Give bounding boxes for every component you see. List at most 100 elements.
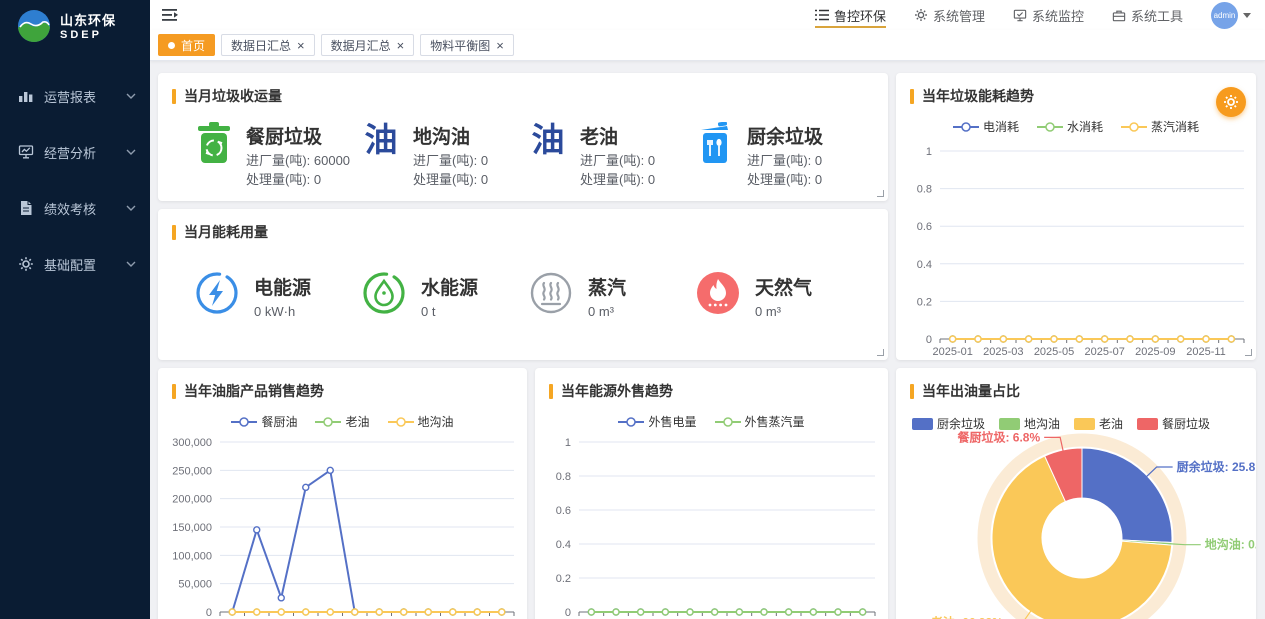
card-title: 当月垃圾收运量 bbox=[158, 73, 888, 106]
svg-text:0.6: 0.6 bbox=[917, 221, 932, 233]
tab-close-icon[interactable]: × bbox=[397, 39, 405, 52]
legend-marker-icon bbox=[1121, 122, 1147, 132]
gear-icon bbox=[18, 256, 34, 272]
sidebar-item-label: 基础配置 bbox=[44, 255, 96, 274]
legend-swatch-icon bbox=[999, 418, 1020, 430]
legend-item[interactable]: 厨余垃圾 bbox=[912, 415, 985, 432]
sidebar-item-basic-config[interactable]: 基础配置 bbox=[0, 236, 150, 292]
item-value: 0 t bbox=[421, 304, 478, 319]
energy-trend-line-chart: 00.20.40.60.812025-012025-032025-052025-… bbox=[900, 137, 1250, 360]
chart-legend: 电消耗 水消耗 蒸汽消耗 bbox=[896, 118, 1256, 135]
item-value: 0 kW·h bbox=[254, 304, 311, 319]
title-accent-bar bbox=[172, 225, 176, 240]
gas-flame-icon bbox=[695, 270, 741, 321]
nav-item-lukong[interactable]: 鲁控环保 bbox=[815, 0, 886, 30]
item-inbound: 进厂量(吨): 0 bbox=[747, 152, 823, 171]
card-energy-trend-chart: 当年垃圾能耗趋势 电消耗水消耗蒸汽消耗 00.20.40.60.812025-0… bbox=[896, 73, 1256, 360]
legend-marker-icon bbox=[953, 122, 979, 132]
monitor-icon bbox=[1013, 9, 1027, 22]
sidebar-item-operation-report[interactable]: 运营报表 bbox=[0, 68, 150, 124]
item-name: 餐厨垃圾 bbox=[246, 122, 350, 149]
tab-home[interactable]: 首页 bbox=[158, 34, 215, 56]
legend-item[interactable]: 地沟油 bbox=[999, 415, 1060, 432]
logo-subtitle: SDEP bbox=[60, 29, 116, 42]
nav-item-system-tools[interactable]: 系统工具 bbox=[1112, 0, 1183, 30]
user-menu[interactable]: admin bbox=[1211, 2, 1251, 29]
title-accent-bar bbox=[910, 89, 914, 104]
legend-label: 外售蒸汽量 bbox=[745, 413, 805, 430]
legend-item[interactable]: 地沟油 bbox=[388, 413, 454, 430]
avatar[interactable]: admin bbox=[1211, 2, 1238, 29]
legend-item[interactable]: 老油 bbox=[315, 413, 369, 430]
svg-text:0.8: 0.8 bbox=[556, 471, 571, 483]
item-processed: 处理量(吨): 0 bbox=[747, 171, 823, 190]
legend-label: 厨余垃圾 bbox=[937, 415, 985, 432]
energy-item: 水能源 0 t bbox=[361, 270, 528, 321]
oil-char-icon: 油 bbox=[528, 122, 568, 158]
nav-item-system-monitor[interactable]: 系统监控 bbox=[1013, 0, 1084, 30]
monitor-chart-icon bbox=[18, 144, 34, 160]
item-inbound: 进厂量(吨): 0 bbox=[413, 152, 488, 171]
svg-text:0.6: 0.6 bbox=[556, 505, 571, 517]
svg-text:2025-07: 2025-07 bbox=[1084, 346, 1124, 358]
title-accent-bar bbox=[549, 384, 553, 399]
svg-text:老油: 66.93%: 老油: 66.93% bbox=[931, 614, 1003, 619]
legend-item[interactable]: 电消耗 bbox=[953, 118, 1019, 135]
chevron-down-icon bbox=[126, 261, 136, 267]
tab-material-balance[interactable]: 物料平衡图 × bbox=[420, 34, 514, 56]
electricity-icon bbox=[194, 270, 240, 321]
legend-item[interactable]: 老油 bbox=[1074, 415, 1123, 432]
item-inbound: 进厂量(吨): 0 bbox=[580, 152, 655, 171]
sidebar: 山东环保 SDEP 运营报表 经营分析 绩效考核 基础配置 bbox=[0, 0, 150, 619]
sidebar-item-label: 经营分析 bbox=[44, 143, 96, 162]
tab-close-icon[interactable]: × bbox=[496, 39, 504, 52]
legend-label: 老油 bbox=[345, 413, 369, 430]
oil-sales-line-chart: 050,000100,000150,000200,000250,000300,0… bbox=[162, 432, 522, 619]
legend-label: 地沟油 bbox=[418, 413, 454, 430]
svg-text:50,000: 50,000 bbox=[178, 579, 212, 591]
item-name: 蒸汽 bbox=[588, 273, 626, 300]
legend-item[interactable]: 外售电量 bbox=[618, 413, 696, 430]
card-oil-sales-chart: 当年油脂产品销售趋势 餐厨油老油地沟油 050,000100,000150,00… bbox=[158, 368, 527, 619]
nav-item-label: 系统监控 bbox=[1032, 6, 1084, 25]
sidebar-item-business-analysis[interactable]: 经营分析 bbox=[0, 124, 150, 180]
chart-legend: 厨余垃圾 地沟油老油餐厨垃圾 bbox=[896, 401, 1256, 432]
nav-item-label: 系统工具 bbox=[1131, 6, 1183, 25]
tab-monthly-summary[interactable]: 数据月汇总 × bbox=[321, 34, 415, 56]
legend-marker-icon bbox=[1037, 122, 1063, 132]
active-dot-icon bbox=[168, 42, 175, 49]
svg-text:2025-11: 2025-11 bbox=[1186, 346, 1226, 358]
legend-marker-icon bbox=[315, 417, 341, 427]
toolbox-icon bbox=[1112, 9, 1126, 22]
sidebar-item-performance-assessment[interactable]: 绩效考核 bbox=[0, 180, 150, 236]
sidebar-menu: 运营报表 经营分析 绩效考核 基础配置 bbox=[0, 56, 150, 292]
svg-text:2025-09: 2025-09 bbox=[1135, 346, 1175, 358]
tab-bar: 首页 数据日汇总 × 数据月汇总 × 物料平衡图 × bbox=[150, 30, 1265, 61]
svg-text:0.8: 0.8 bbox=[917, 184, 932, 196]
settings-gear-button[interactable] bbox=[1216, 87, 1246, 117]
legend-item[interactable]: 水消耗 bbox=[1037, 118, 1103, 135]
legend-swatch-icon bbox=[912, 418, 933, 430]
legend-item[interactable]: 蒸汽消耗 bbox=[1121, 118, 1199, 135]
legend-item[interactable]: 外售蒸汽量 bbox=[715, 413, 805, 430]
header-nav: 鲁控环保 系统管理 系统监控 系统工具 admin bbox=[815, 0, 1251, 30]
svg-text:250,000: 250,000 bbox=[172, 465, 212, 477]
legend-item[interactable]: 餐厨垃圾 bbox=[1137, 415, 1210, 432]
logo-title: 山东环保 bbox=[60, 14, 116, 29]
tab-close-icon[interactable]: × bbox=[297, 39, 305, 52]
svg-text:100,000: 100,000 bbox=[172, 550, 212, 562]
water-icon bbox=[361, 270, 407, 321]
legend-label: 地沟油 bbox=[1024, 415, 1060, 432]
dashboard-page: { "sidebar": { "logo_title": "山东环保", "lo… bbox=[0, 0, 1265, 619]
legend-label: 水消耗 bbox=[1067, 118, 1103, 135]
nav-item-system-management[interactable]: 系统管理 bbox=[914, 0, 985, 30]
title-accent-bar bbox=[910, 384, 914, 399]
svg-text:0: 0 bbox=[565, 607, 571, 619]
legend-item[interactable]: 餐厨油 bbox=[231, 413, 297, 430]
tab-daily-summary[interactable]: 数据日汇总 × bbox=[221, 34, 315, 56]
chart-legend: 外售电量 外售蒸汽量 bbox=[535, 413, 888, 430]
gear-icon bbox=[914, 8, 928, 22]
legend-label: 餐厨油 bbox=[261, 413, 297, 430]
sidebar-collapse-icon[interactable] bbox=[162, 8, 179, 22]
legend-label: 电消耗 bbox=[983, 118, 1019, 135]
